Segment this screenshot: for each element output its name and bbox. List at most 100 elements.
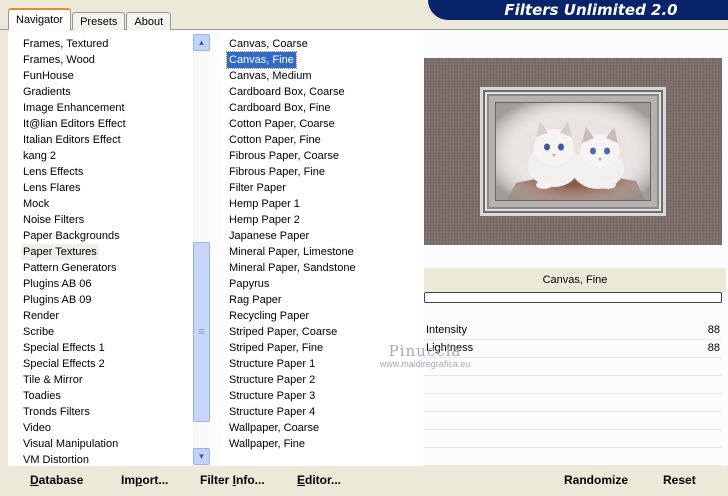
category-item[interactable]: Render (21, 308, 128, 324)
filter-item[interactable]: Structure Paper 2 (227, 372, 358, 388)
filter-item[interactable]: Cardboard Box, Fine (227, 100, 358, 116)
category-item-label: VM Distortion (23, 454, 90, 466)
database-button[interactable]: Database (30, 473, 83, 487)
progress-bar (424, 292, 722, 303)
category-item[interactable]: Mock (21, 196, 128, 212)
category-item[interactable]: Toadies (21, 388, 128, 404)
filter-item[interactable]: Wallpaper, Coarse (227, 420, 358, 436)
category-item[interactable]: Frames, Textured (21, 36, 128, 52)
filter-item[interactable]: Canvas, Medium (227, 68, 358, 84)
filter-item[interactable]: Striped Paper, Coarse (227, 324, 358, 340)
editor-button[interactable]: Editor... (297, 473, 341, 487)
category-item[interactable]: Scribe (21, 324, 128, 340)
filter-item[interactable]: Fibrous Paper, Coarse (227, 148, 358, 164)
filter-item[interactable]: Structure Paper 4 (227, 404, 358, 420)
category-item[interactable]: Lens Effects (21, 164, 128, 180)
filter-item[interactable]: Cardboard Box, Coarse (227, 84, 358, 100)
category-item[interactable]: Italian Editors Effect (21, 132, 128, 148)
filter-item[interactable]: Cotton Paper, Coarse (227, 116, 358, 132)
slider-lightness[interactable]: Lightness 88 (424, 341, 722, 358)
filter-item[interactable]: Japanese Paper (227, 228, 358, 244)
filter-item-label: Structure Paper 4 (229, 406, 316, 418)
filter-item[interactable]: Mineral Paper, Limestone (227, 244, 358, 260)
category-item[interactable]: Plugins AB 09 (21, 292, 128, 308)
category-item[interactable]: Tile & Mirror (21, 372, 128, 388)
category-item-label: Special Effects 2 (23, 358, 105, 370)
category-item[interactable]: Paper Backgrounds (21, 228, 128, 244)
filter-item[interactable]: Cotton Paper, Fine (227, 132, 358, 148)
scroll-down-button[interactable]: ▼ (193, 448, 210, 465)
category-list[interactable]: Frames, Textured Frames, Wood FunHouse Grad… (8, 32, 211, 466)
category-item[interactable]: Gradients (21, 84, 128, 100)
filter-item[interactable]: Recycling Paper (227, 308, 358, 324)
filter-name-display: Canvas, Fine (424, 268, 726, 292)
category-item[interactable]: Noise Filters (21, 212, 128, 228)
scroll-thumb[interactable]: ≡ (193, 242, 210, 422)
slider-row-empty (424, 413, 722, 430)
category-item[interactable]: Tronds Filters (21, 404, 128, 420)
filter-list[interactable]: Canvas, Coarse Canvas, Fine Canvas, Medium… (221, 32, 418, 466)
tab-label: About (134, 15, 164, 28)
filter-item[interactable]: Rag Paper (227, 292, 358, 308)
tab-about[interactable]: About (126, 12, 172, 30)
category-item[interactable]: VM Distortion (21, 452, 128, 466)
category-item[interactable]: Lens Flares (21, 180, 128, 196)
button-label: nfo... (236, 473, 265, 487)
category-item[interactable]: Visual Manipulation (21, 436, 128, 452)
filter-item[interactable]: Canvas, Coarse (227, 36, 358, 52)
filter-item[interactable]: Structure Paper 3 (227, 388, 358, 404)
filter-item[interactable]: Striped Paper, Fine (227, 340, 358, 356)
filter-item[interactable]: Wallpaper, Fine (227, 436, 358, 452)
filter-item[interactable]: Hemp Paper 2 (227, 212, 358, 228)
button-label: Im (121, 473, 136, 487)
category-item[interactable]: Image Enhancement (21, 100, 128, 116)
filter-item-label: Striped Paper, Fine (229, 342, 324, 354)
filter-item[interactable]: Filter Paper (227, 180, 358, 196)
scroll-up-button[interactable]: ▲ (193, 34, 210, 51)
filter-item-label: Fibrous Paper, Fine (229, 166, 325, 178)
category-item[interactable]: Paper Textures (21, 244, 128, 260)
filter-item[interactable]: Mineral Paper, Sandstone (227, 260, 358, 276)
category-item[interactable]: FunHouse (21, 68, 128, 84)
category-item-label: Paper Backgrounds (23, 230, 120, 242)
app-title: Filters Unlimited 2.0 (504, 1, 678, 19)
filter-item-label: Striped Paper, Coarse (229, 326, 338, 338)
filter-info-button[interactable]: Filter Info... (200, 473, 265, 487)
app-banner: Filters Unlimited 2.0 (428, 0, 728, 20)
filter-item[interactable]: Canvas, Fine (226, 51, 358, 69)
category-item-label: Render (23, 310, 60, 322)
tab-label: Navigator (16, 14, 64, 26)
slider-row-empty (424, 377, 722, 394)
button-label: ort... (142, 473, 169, 487)
button-label: ditor... (305, 473, 342, 487)
reset-button[interactable]: Reset (663, 473, 696, 487)
category-scrollbar[interactable]: ▲ ≡ ▼ (193, 34, 210, 466)
category-item-label: FunHouse (23, 70, 74, 82)
category-item[interactable]: Special Effects 1 (21, 340, 128, 356)
filter-item-label: Canvas, Coarse (229, 38, 308, 50)
category-item-label: Toadies (23, 390, 61, 402)
button-label: E (297, 473, 306, 487)
filter-item[interactable]: Fibrous Paper, Fine (227, 164, 358, 180)
tab-presets[interactable]: Presets (72, 12, 126, 30)
category-item[interactable]: Video (21, 420, 128, 436)
category-item-label: Italian Editors Effect (23, 134, 121, 146)
category-item[interactable]: Pattern Generators (21, 260, 128, 276)
category-item[interactable]: It@lian Editors Effect (21, 116, 128, 132)
category-item[interactable]: kang 2 (21, 148, 128, 164)
filter-item-label: Cotton Paper, Fine (229, 134, 321, 146)
tab-navigator[interactable]: Navigator (8, 8, 72, 30)
category-item[interactable]: Plugins AB 06 (21, 276, 128, 292)
slider-intensity[interactable]: Intensity 88 (424, 323, 722, 340)
category-item-label: Plugins AB 09 (23, 294, 92, 306)
filter-item[interactable]: Structure Paper 1 (227, 356, 358, 372)
category-item[interactable]: Special Effects 2 (21, 356, 128, 372)
button-label: D (30, 473, 39, 487)
filter-item[interactable]: Papyrus (227, 276, 358, 292)
category-item[interactable]: Frames, Wood (21, 52, 128, 68)
slider-row-empty (424, 431, 722, 448)
filter-item[interactable]: Hemp Paper 1 (227, 196, 358, 212)
import-button[interactable]: Import... (121, 473, 168, 487)
randomize-button[interactable]: Randomize (564, 473, 628, 487)
slider-row-empty (424, 359, 722, 376)
